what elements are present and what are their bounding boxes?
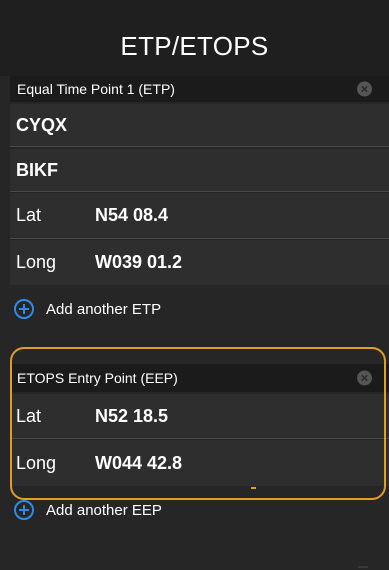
etp-lat-row[interactable]: Lat N54 08.4: [10, 193, 389, 238]
add-etp-label: Add another ETP: [46, 300, 162, 318]
resize-handle: [358, 566, 368, 568]
etp-long-label: Long: [16, 252, 57, 272]
etp-long-row[interactable]: Long W039 01.2: [10, 240, 389, 285]
add-eep-button[interactable]: Add another EEP: [14, 500, 162, 520]
divider: [10, 238, 389, 239]
divider: [10, 191, 389, 192]
etp-origin-value: CYQX: [16, 114, 68, 135]
etp-lat-label: Lat: [16, 205, 42, 225]
etp-etops-panel: ETP/ETOPS Equal Time Point 1 (ETP) CYQX …: [0, 0, 389, 570]
etp-destination-value: BIKF: [16, 159, 58, 180]
close-icon[interactable]: [357, 81, 372, 97]
plus-circle-icon: [14, 299, 34, 319]
etp-destination-row[interactable]: BIKF: [10, 149, 389, 191]
divider: [10, 146, 389, 147]
plus-circle-icon: [14, 500, 34, 520]
page-title: ETP/ETOPS: [120, 30, 269, 61]
etp-origin-row[interactable]: CYQX: [10, 104, 389, 146]
add-etp-button[interactable]: Add another ETP: [14, 299, 161, 319]
etp-section-header: Equal Time Point 1 (ETP): [10, 76, 389, 102]
etp-long-value: W039 01.2: [95, 252, 183, 272]
title-bar: ETP/ETOPS: [0, 0, 389, 76]
eep-highlight-outline: [10, 347, 386, 500]
etp-lat-value: N54 08.4: [95, 205, 169, 225]
add-eep-label: Add another EEP: [46, 501, 162, 519]
etp-header-label: Equal Time Point 1 (ETP): [17, 81, 175, 97]
